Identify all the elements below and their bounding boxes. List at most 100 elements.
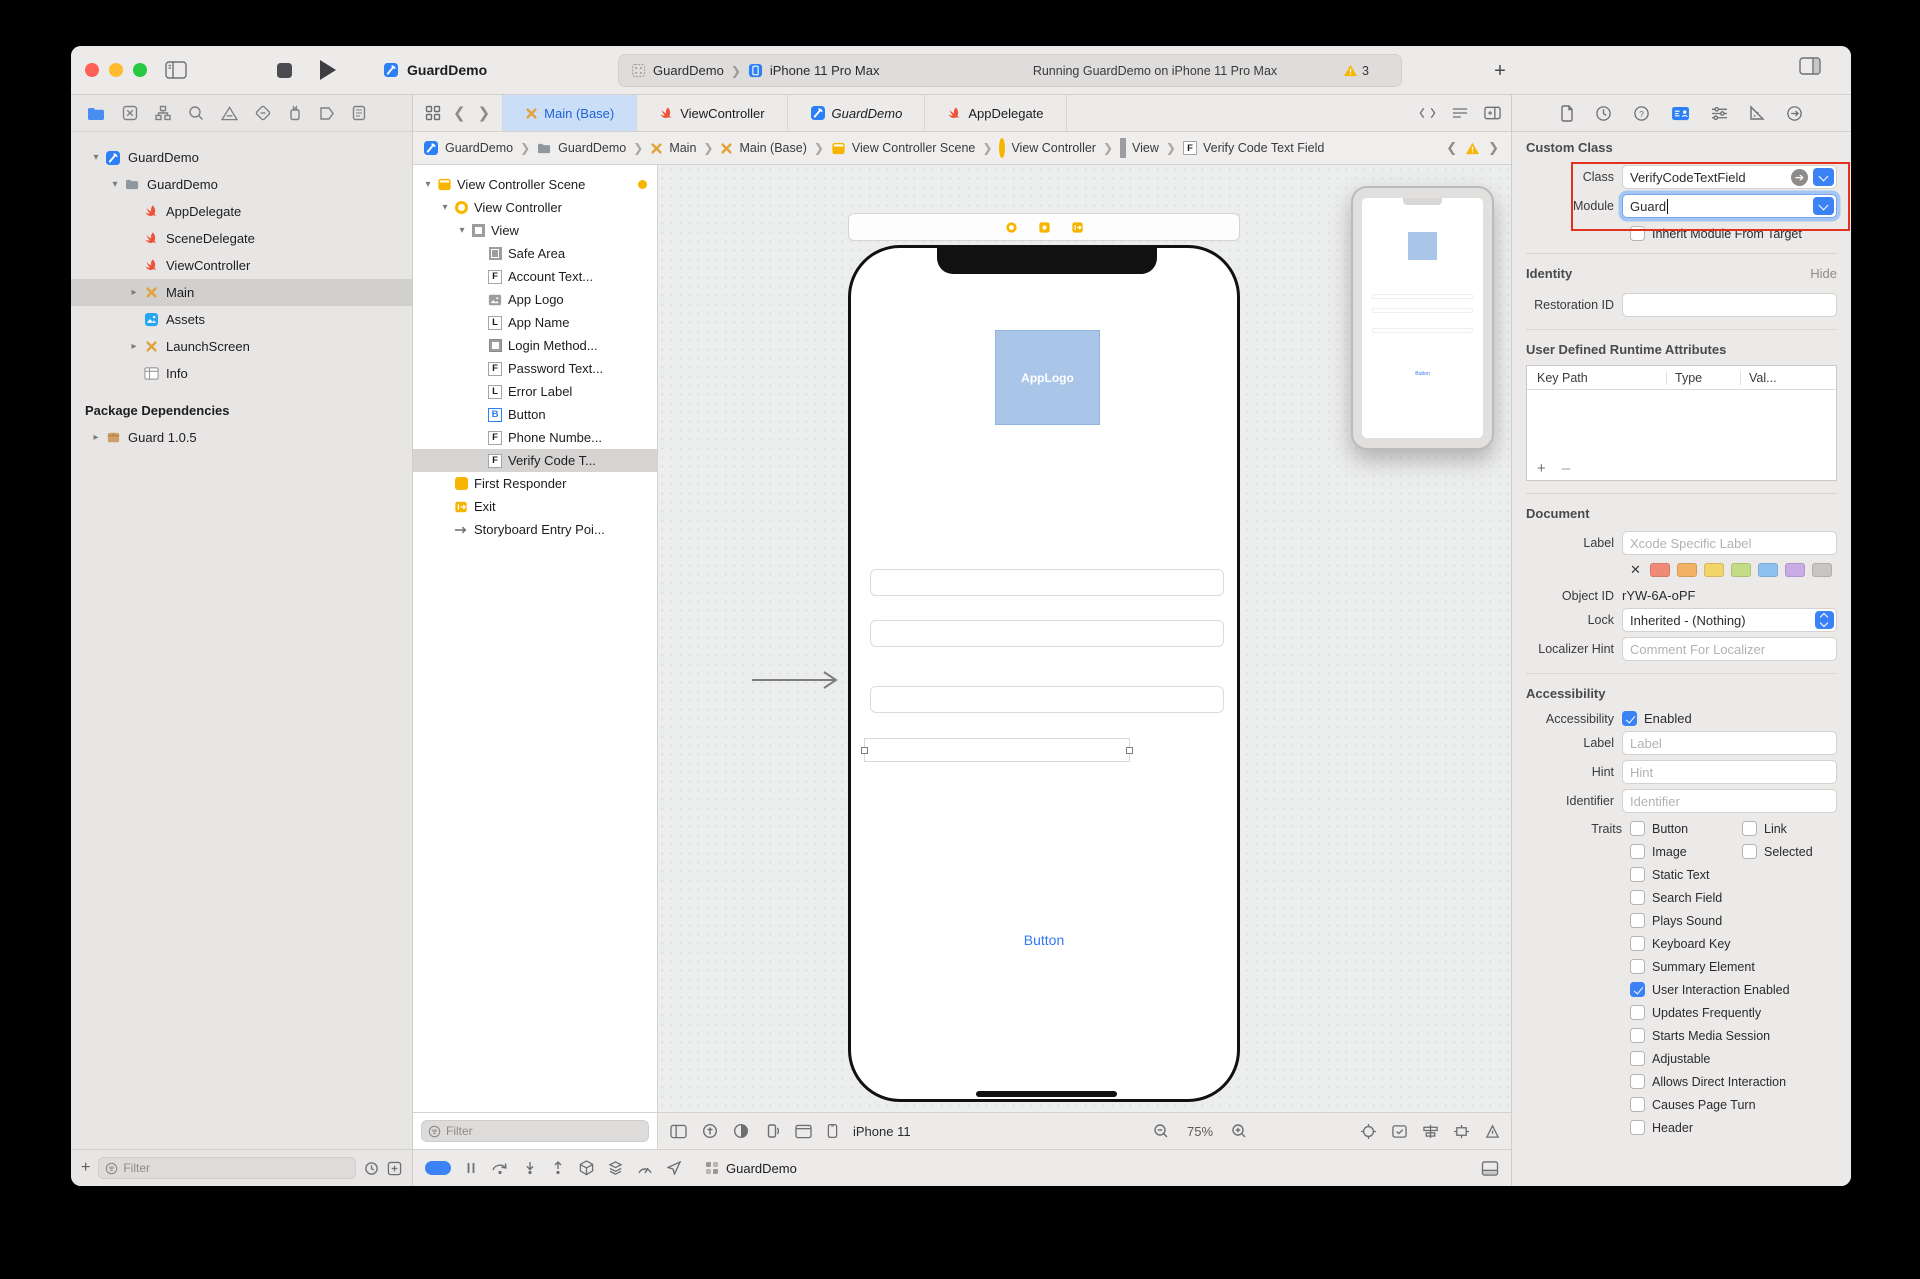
outline-row[interactable]: F Password Text... — [413, 357, 657, 380]
verify-code-text-field-selected[interactable] — [864, 738, 1130, 762]
login-button[interactable]: Button — [851, 932, 1237, 948]
quick-help-inspector-tab[interactable]: ? — [1633, 105, 1650, 122]
test-navigator-tab[interactable] — [255, 105, 271, 121]
tab-overview-icon[interactable] — [425, 105, 441, 121]
zoom-to-selection-icon[interactable] — [1360, 1123, 1377, 1140]
inherit-module-checkbox[interactable] — [1630, 226, 1645, 241]
step-out-icon[interactable] — [551, 1161, 565, 1175]
destination-label[interactable]: iPhone 11 Pro Max — [770, 63, 880, 78]
trait-checkbox[interactable] — [1630, 982, 1645, 997]
trait-checkbox[interactable] — [1630, 844, 1645, 859]
accessibility-identifier-field[interactable]: Identifier — [1622, 789, 1837, 813]
storyboard-entry-arrow[interactable] — [750, 668, 846, 692]
update-frames-icon[interactable] — [1391, 1124, 1408, 1139]
pause-icon[interactable] — [465, 1161, 477, 1175]
document-label-field[interactable]: Xcode Specific Label — [1622, 531, 1837, 555]
close-window-button[interactable] — [85, 63, 99, 77]
color-swatch[interactable] — [1812, 563, 1832, 577]
issue-warning-icon[interactable] — [1465, 142, 1480, 155]
jumpbar-item[interactable]: View Controller Scene — [831, 141, 975, 156]
trait-checkbox[interactable] — [1630, 913, 1645, 928]
trait-checkbox[interactable] — [1630, 936, 1645, 951]
color-swatch[interactable] — [1677, 563, 1697, 577]
source-control-filter-icon[interactable] — [387, 1161, 402, 1176]
selection-handle-right[interactable] — [1126, 747, 1133, 754]
file-inspector-tab[interactable] — [1560, 105, 1574, 122]
view-controller-device[interactable]: AppLogo Button — [848, 245, 1240, 1102]
navigator-file-row[interactable]: SceneDelegate — [71, 225, 412, 252]
trait-checkbox[interactable] — [1630, 1005, 1645, 1020]
process-selector[interactable]: GuardDemo — [705, 1161, 797, 1176]
editor-tab[interactable]: ViewController — [637, 95, 787, 131]
disclosure-chevron-icon[interactable]: ▾ — [438, 202, 452, 213]
back-button[interactable]: ❮ — [453, 104, 466, 122]
step-over-icon[interactable] — [491, 1161, 509, 1175]
warning-badge[interactable]: 3 — [1343, 64, 1369, 78]
disclosure-chevron-icon[interactable]: ▾ — [455, 225, 469, 236]
attributes-inspector-tab[interactable] — [1711, 106, 1728, 121]
toggle-navigator-icon[interactable] — [161, 57, 191, 83]
navigator-file-row[interactable]: ▸ LaunchScreen — [71, 333, 412, 360]
trait-checkbox[interactable] — [1742, 844, 1757, 859]
outline-row[interactable]: F Phone Numbe... — [413, 426, 657, 449]
view-controller-dock-icon[interactable] — [1004, 220, 1019, 235]
editor-options-icon[interactable] — [1452, 106, 1468, 120]
no-color-button[interactable]: ✕ — [1630, 562, 1641, 578]
color-swatch[interactable] — [1731, 563, 1751, 577]
color-swatch[interactable] — [1758, 563, 1778, 577]
identity-inspector-tab[interactable] — [1671, 106, 1690, 121]
zoom-out-icon[interactable] — [1153, 1123, 1169, 1139]
restoration-id-field[interactable] — [1622, 293, 1837, 317]
jumpbar-item[interactable]: View Controller — [999, 141, 1096, 155]
trait-checkbox[interactable] — [1630, 1120, 1645, 1135]
add-attribute-button[interactable]: + — [1537, 460, 1546, 477]
breakpoints-toggle[interactable] — [425, 1161, 451, 1175]
outline-row[interactable]: ▾ View — [413, 219, 657, 242]
trait-checkbox[interactable] — [1630, 1028, 1645, 1043]
jumpbar-item[interactable]: Main (Base) — [720, 141, 806, 155]
exit-dock-icon[interactable] — [1070, 220, 1085, 235]
zoom-in-icon[interactable] — [1231, 1123, 1247, 1139]
editor-tab[interactable]: AppDelegate — [925, 95, 1066, 131]
add-editor-icon[interactable] — [1484, 106, 1501, 120]
disclosure-chevron-icon[interactable]: ▾ — [108, 179, 122, 190]
navigator-filter-input[interactable]: Filter — [98, 1157, 356, 1179]
add-file-button[interactable]: + — [81, 1159, 90, 1177]
console-toggle-icon[interactable] — [1481, 1161, 1499, 1176]
outline-filter-input[interactable]: Filter — [421, 1120, 649, 1142]
navigator-file-row[interactable]: Assets — [71, 306, 412, 333]
jumpbar-item[interactable]: GuardDemo — [537, 141, 626, 155]
resolve-autolayout-icon[interactable] — [1484, 1124, 1501, 1139]
toggle-inspector-icon[interactable] — [1799, 57, 1821, 75]
accessibility-enabled-checkbox[interactable] — [1622, 711, 1637, 726]
module-field[interactable]: Guard — [1622, 194, 1837, 218]
navigator-file-row[interactable]: ▾ GuardDemo — [71, 171, 412, 198]
trait-checkbox[interactable] — [1630, 890, 1645, 905]
outline-row[interactable]: B Button — [413, 403, 657, 426]
trait-checkbox[interactable] — [1630, 821, 1645, 836]
app-logo-image-view[interactable]: AppLogo — [995, 330, 1100, 425]
device-name-label[interactable]: iPhone 11 — [853, 1124, 911, 1139]
disclosure-chevron-icon[interactable]: ▾ — [89, 152, 103, 163]
module-dropdown-icon[interactable] — [1813, 197, 1834, 215]
disclosure-chevron-icon[interactable]: ▸ — [127, 287, 141, 298]
navigator-file-row[interactable]: AppDelegate — [71, 198, 412, 225]
password-text-field[interactable] — [870, 620, 1224, 647]
history-inspector-tab[interactable] — [1595, 105, 1612, 122]
simulate-location-icon[interactable] — [667, 1161, 681, 1175]
appearance-toggle-icon[interactable] — [733, 1123, 749, 1139]
issue-navigator-tab[interactable] — [221, 106, 238, 121]
code-review-icon[interactable] — [1419, 106, 1436, 120]
localizer-hint-field[interactable]: Comment For Localizer — [1622, 637, 1837, 661]
package-row[interactable]: ▸ Guard 1.0.5 — [71, 424, 412, 451]
remove-attribute-button[interactable]: – — [1562, 460, 1570, 477]
zoom-level[interactable]: 75% — [1187, 1124, 1213, 1139]
add-constraints-icon[interactable] — [1453, 1124, 1470, 1139]
outline-row[interactable]: ▾ View Controller Scene — [413, 173, 657, 196]
outline-row[interactable]: F Account Text... — [413, 265, 657, 288]
navigator-file-row[interactable]: ViewController — [71, 252, 412, 279]
outline-row[interactable]: Storyboard Entry Poi... — [413, 518, 657, 541]
size-inspector-tab[interactable] — [1749, 105, 1765, 121]
outline-row[interactable]: Login Method... — [413, 334, 657, 357]
lock-popup[interactable]: Inherited - (Nothing) — [1622, 608, 1837, 632]
